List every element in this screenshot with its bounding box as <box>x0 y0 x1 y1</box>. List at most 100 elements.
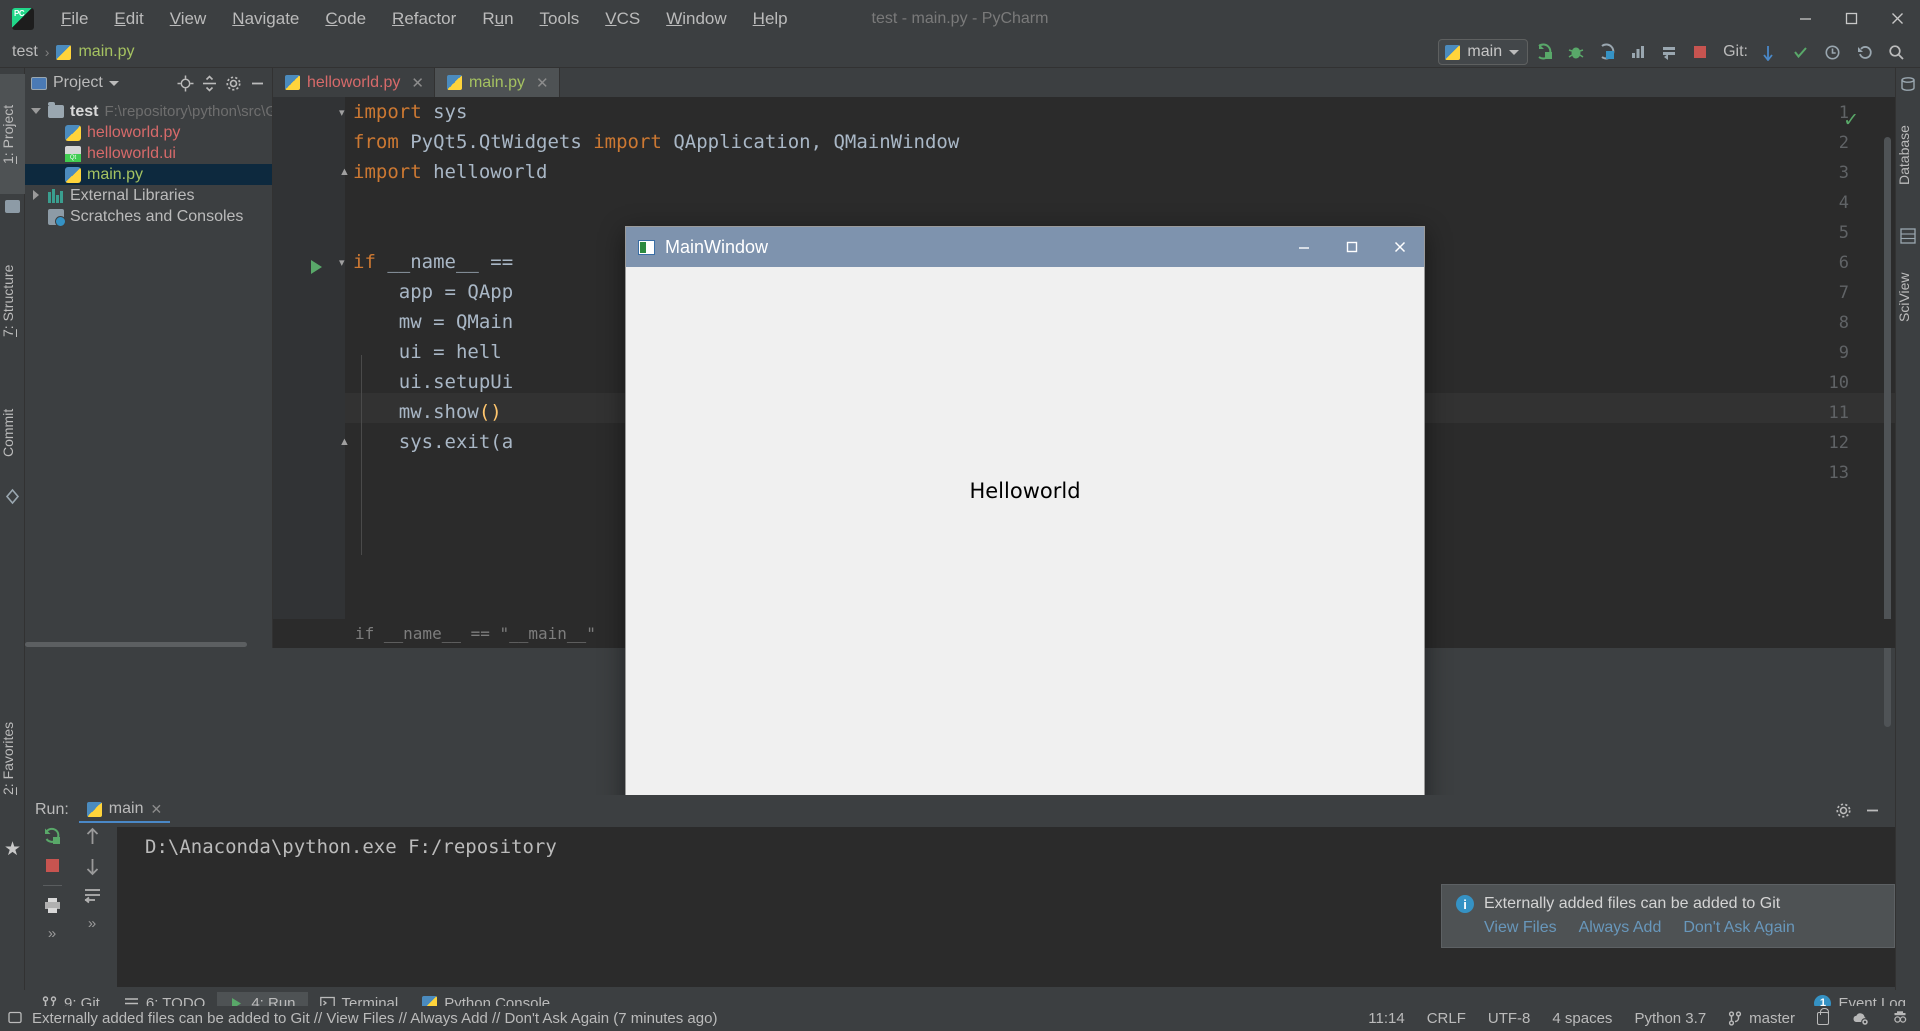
editor-tab-bar: helloworld.py ✕ main.py ✕ <box>273 68 1895 97</box>
qt-window-icon <box>638 239 655 255</box>
git-update-button[interactable] <box>1754 39 1782 65</box>
tab-main-py[interactable]: main.py ✕ <box>434 68 560 97</box>
minimize-button[interactable] <box>1782 0 1828 37</box>
tree-item-external-libraries[interactable]: External Libraries <box>25 185 272 206</box>
tree-item-label: main.py <box>87 165 144 183</box>
soft-wrap-icon[interactable] <box>83 887 102 904</box>
qt-mainwindow-dialog[interactable]: MainWindow Helloworld <box>625 226 1425 864</box>
more-options-icon[interactable]: » <box>48 925 56 942</box>
hide-panel-icon[interactable] <box>249 75 266 92</box>
git-history-button[interactable] <box>1818 39 1846 65</box>
tree-item-helloworld-py[interactable]: helloworld.py <box>25 122 272 143</box>
scrollbar-thumb[interactable] <box>25 642 247 647</box>
menu-view[interactable]: View <box>157 5 220 33</box>
status-indent[interactable]: 4 spaces <box>1552 1010 1612 1027</box>
hide-panel-icon[interactable] <box>1864 802 1881 819</box>
sidebar-item-database[interactable]: Database <box>1896 100 1920 210</box>
notification-message-row: i Externally added files can be added to… <box>1442 885 1894 913</box>
status-branch[interactable]: master <box>1728 1010 1795 1027</box>
tree-item-test[interactable]: test F:\repository\python\src\GUI\ <box>25 101 272 122</box>
locate-icon[interactable] <box>177 75 194 92</box>
branch-name: master <box>1749 1010 1795 1027</box>
inspector-icon[interactable] <box>1892 1011 1908 1026</box>
chevron-collapsed-icon[interactable] <box>31 190 42 201</box>
project-panel-title: Project <box>53 74 103 91</box>
run-configuration-selector[interactable]: main <box>1438 39 1529 65</box>
tree-item-main-py[interactable]: main.py <box>25 164 272 185</box>
tab-close-icon[interactable]: ✕ <box>536 74 549 92</box>
print-icon[interactable] <box>43 897 62 914</box>
status-message-area[interactable]: Externally added files can be added to G… <box>0 1010 717 1027</box>
lock-icon[interactable] <box>1817 1008 1829 1025</box>
tab-close-icon[interactable]: ✕ <box>411 74 424 92</box>
stop-button[interactable] <box>1686 39 1714 65</box>
search-icon[interactable] <box>1882 39 1910 65</box>
sidebar-item-project[interactable]: 1: Project <box>0 74 25 194</box>
menu-help[interactable]: Help <box>740 5 801 33</box>
fold-marker-icon[interactable]: ▲ <box>339 166 350 178</box>
rerun-icon[interactable] <box>43 827 62 846</box>
menu-refactor[interactable]: Refactor <box>379 5 469 33</box>
project-horizontal-scrollbar[interactable] <box>25 640 273 649</box>
tree-item-scratches[interactable]: Scratches and Consoles <box>25 206 272 227</box>
run-button[interactable] <box>1531 39 1559 65</box>
inspection-ok-icon[interactable]: ✓ <box>1843 109 1859 132</box>
menu-tools[interactable]: Tools <box>527 5 593 33</box>
git-rollback-button[interactable] <box>1850 39 1878 65</box>
more-options-icon[interactable]: » <box>88 915 96 932</box>
fold-marker-icon[interactable]: ▲ <box>339 436 350 448</box>
scroll-down-icon[interactable] <box>84 857 101 876</box>
fold-marker-icon[interactable]: ▾ <box>339 256 345 269</box>
run-tab-close-icon[interactable]: ✕ <box>150 801 162 818</box>
close-button[interactable] <box>1874 0 1920 37</box>
tab-helloworld-py[interactable]: helloworld.py ✕ <box>273 68 435 97</box>
pycharm-logo-icon <box>12 7 34 30</box>
chevron-down-icon <box>1509 49 1520 55</box>
breadcrumb-file[interactable]: main.py <box>78 43 134 61</box>
sidebar-item-favorites[interactable]: 2: Favorites <box>0 688 25 828</box>
sidebar-item-sciview[interactable]: SciView <box>1896 250 1920 345</box>
dont-ask-again-link[interactable]: Don't Ask Again <box>1683 919 1795 937</box>
breadcrumb-project[interactable]: test <box>12 43 38 61</box>
stop-icon[interactable] <box>44 857 61 874</box>
status-time: 11:14 <box>1368 1010 1405 1027</box>
menu-run[interactable]: Run <box>469 5 526 33</box>
collapse-all-icon[interactable] <box>201 74 218 92</box>
sidebar-item-structure[interactable]: 7: Structure <box>0 233 25 368</box>
status-encoding[interactable]: UTF-8 <box>1488 1010 1531 1027</box>
tree-item-helloworld-ui[interactable]: helloworld.ui <box>25 143 272 164</box>
menu-window[interactable]: Window <box>653 5 739 33</box>
status-interpreter[interactable]: Python 3.7 <box>1634 1010 1706 1027</box>
qt-minimize-button[interactable] <box>1280 227 1328 267</box>
menu-file[interactable]: File <box>48 5 101 33</box>
always-add-link[interactable]: Always Add <box>1579 919 1662 937</box>
tree-item-label: test <box>70 102 99 120</box>
run-gutter-icon[interactable] <box>311 260 322 274</box>
attach-button[interactable] <box>1655 39 1683 65</box>
profile-button[interactable] <box>1624 39 1652 65</box>
menu-code[interactable]: Code <box>312 5 379 33</box>
gear-icon[interactable] <box>1835 802 1852 819</box>
editor-gutter[interactable] <box>273 97 345 648</box>
view-files-link[interactable]: View Files <box>1484 919 1557 937</box>
menu-edit[interactable]: Edit <box>101 5 156 33</box>
chevron-expanded-icon[interactable] <box>31 106 42 117</box>
code-line-10: ui.setupUi <box>353 371 514 393</box>
python-file-icon <box>56 44 72 60</box>
cloud-icon[interactable] <box>1851 1011 1870 1026</box>
git-commit-button[interactable] <box>1786 39 1814 65</box>
maximize-button[interactable] <box>1828 0 1874 37</box>
gear-icon[interactable] <box>225 75 242 92</box>
menu-navigate[interactable]: Navigate <box>219 5 312 33</box>
qt-maximize-button[interactable] <box>1328 227 1376 267</box>
menu-vcs[interactable]: VCS <box>592 5 653 33</box>
sidebar-item-commit[interactable]: Commit <box>0 388 25 478</box>
fold-marker-icon[interactable]: ▾ <box>339 106 345 119</box>
coverage-button[interactable] <box>1593 39 1621 65</box>
run-tab-main[interactable]: main ✕ <box>78 797 171 823</box>
scroll-up-icon[interactable] <box>84 827 101 846</box>
status-line-separator[interactable]: CRLF <box>1427 1010 1466 1027</box>
debug-button[interactable] <box>1562 39 1590 65</box>
qt-close-button[interactable] <box>1376 227 1424 267</box>
chevron-down-icon[interactable] <box>108 80 119 86</box>
